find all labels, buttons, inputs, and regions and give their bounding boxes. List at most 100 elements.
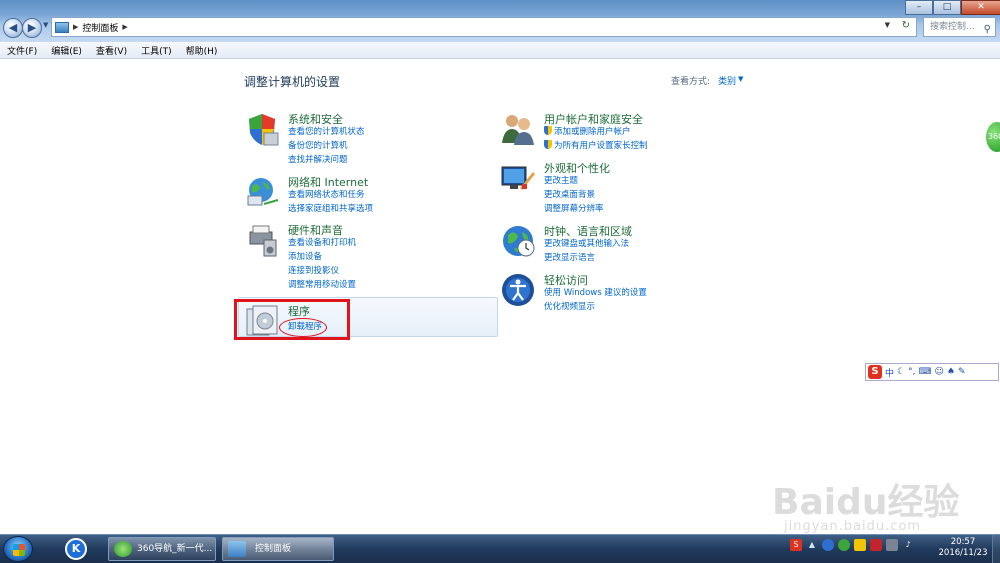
control-panel-icon (228, 541, 246, 557)
page-title: 调整计算机的设置 (244, 75, 341, 89)
category-appearance: 外观和个性化 更改主题 更改桌面背景 调整屏幕分辨率 (500, 160, 720, 218)
forward-button[interactable]: ▶ (22, 18, 42, 38)
menu-view[interactable]: 查看(V) (89, 44, 134, 57)
link-mobility-settings[interactable]: 调整常用移动设置 (288, 278, 356, 290)
keyboard-icon[interactable]: ⌨ (918, 367, 931, 377)
user-icon[interactable]: ☺ (934, 367, 943, 377)
link-add-device[interactable]: 添加设备 (288, 250, 322, 262)
system-tray: S ▲ ♪ (790, 539, 914, 551)
uac-shield-icon (544, 126, 552, 135)
search-input[interactable]: 搜索控制... ⚲ (923, 17, 996, 37)
monitor-tray-icon[interactable] (886, 539, 898, 551)
chevron-down-icon[interactable]: ▼ (738, 75, 743, 83)
close-button[interactable]: ✕ (961, 0, 1000, 15)
security-tray-icon[interactable] (838, 539, 850, 551)
clock-time: 20:57 (950, 537, 976, 547)
link-backup[interactable]: 备份您的计算机 (288, 139, 348, 151)
category-user-accounts: 用户帐户和家庭安全 添加或删除用户帐户 为所有用户设置家长控制 (500, 111, 740, 156)
sogou-logo-icon[interactable]: S (868, 365, 882, 379)
address-bar[interactable]: ▶ 控制面板 ▶ ▼ ↻ (51, 17, 917, 37)
category-system-security: 系统和安全 查看您的计算机状态 备份您的计算机 查找并解决问题 (244, 111, 464, 171)
taskbar-label: 360导航_新一代... (137, 544, 213, 554)
shield-tray-icon[interactable] (854, 539, 866, 551)
kugou-app-icon[interactable]: K (65, 538, 87, 560)
moon-icon[interactable]: ☾ (897, 367, 905, 377)
chevron-right-icon[interactable]: ▶ (122, 23, 127, 31)
recent-pages-dropdown[interactable]: ▼ (43, 21, 48, 29)
browser-360-icon (114, 541, 132, 557)
maximize-button[interactable]: □ (933, 0, 961, 15)
control-panel-icon (55, 21, 69, 33)
sogou-tray-icon[interactable]: S (790, 539, 802, 551)
search-icon[interactable]: ⚲ (984, 21, 991, 39)
clock-date: 2016/11/23 (938, 548, 988, 558)
arrow-right-icon: ▶ (27, 21, 37, 34)
back-button[interactable]: ◀ (3, 18, 23, 38)
link-text[interactable]: 添加或删除用户帐户 (554, 127, 631, 137)
link-windows-recommended[interactable]: 使用 Windows 建议的设置 (544, 286, 647, 298)
ease-of-access-icon (502, 274, 534, 306)
menubar: 文件(F) 编辑(E) 查看(V) 工具(T) 帮助(H) (0, 42, 1000, 59)
view-by-label: 查看方式: (671, 77, 711, 87)
link-screen-resolution[interactable]: 调整屏幕分辨率 (544, 202, 604, 214)
chevron-down-icon: ▼ (43, 21, 49, 29)
menu-file[interactable]: 文件(F) (0, 44, 44, 57)
window-controls: – □ ✕ (905, 0, 1000, 15)
skin-icon[interactable]: ♠ (947, 367, 955, 377)
link-optimize-display[interactable]: 优化视频显示 (544, 300, 595, 312)
link-parental-controls[interactable]: 为所有用户设置家长控制 (544, 139, 648, 151)
category-network-internet: 网络和 Internet 查看网络状态和任务 选择家庭组和共享选项 (244, 174, 464, 219)
uac-shield-icon (544, 140, 552, 149)
baidu-watermark: Baidu经验 jingyan.baidu.com (760, 449, 990, 544)
link-network-status[interactable]: 查看网络状态和任务 (288, 188, 365, 200)
taskbar-clock[interactable]: 20:57 2016/11/23 (938, 537, 988, 559)
link-change-theme[interactable]: 更改主题 (544, 174, 578, 186)
address-dropdown-icon[interactable]: ▼ (885, 21, 890, 29)
floating-360-badge[interactable]: 360 (986, 122, 1000, 152)
control-panel-content: 调整计算机的设置 查看方式: 类别 ▼ 系统和安全 查看您的计算机状态 备份您的… (0, 59, 1000, 534)
minimize-button[interactable]: – (905, 0, 933, 15)
taskbar: K 360导航_新一代... 控制面板 S ▲ ♪ 20:57 2016/11/… (0, 534, 1000, 563)
users-icon (502, 115, 534, 145)
ime-mode-toggle[interactable]: 中 (885, 366, 894, 379)
link-add-remove-user[interactable]: 添加或删除用户帐户 (544, 125, 631, 137)
menu-edit[interactable]: 编辑(E) (44, 44, 89, 57)
chevron-right-icon[interactable]: ▶ (73, 23, 78, 31)
link-connect-projector[interactable]: 连接到投影仪 (288, 264, 339, 276)
network-globe-icon (247, 178, 279, 206)
link-view-status[interactable]: 查看您的计算机状态 (288, 125, 365, 137)
taskbar-control-panel[interactable]: 控制面板 (222, 537, 334, 561)
window-titlebar: – □ ✕ ◀ ▶ ▼ ▶ 控制面板 ▶ ▼ ↻ 搜索控制... ⚲ (0, 0, 1000, 42)
breadcrumb-control-panel[interactable]: 控制面板 (82, 21, 118, 34)
taskbar-360-browser[interactable]: 360导航_新一代... (108, 537, 216, 561)
category-ease-of-access: 轻松访问 使用 Windows 建议的设置 优化视频显示 (500, 272, 740, 317)
show-desktop-button[interactable] (992, 535, 1000, 563)
taskbar-label: 控制面板 (255, 544, 292, 554)
start-button[interactable] (3, 536, 33, 562)
ime-toolbar: S 中 ☾ °, ⌨ ☺ ♠ ✎ (865, 363, 999, 381)
refresh-icon[interactable]: ↻ (902, 20, 910, 31)
view-by-dropdown[interactable]: 类别 (718, 74, 736, 87)
windows-logo-icon (13, 544, 25, 556)
link-text[interactable]: 为所有用户设置家长控制 (554, 141, 648, 151)
category-hardware-sound: 硬件和声音 查看设备和打印机 添加设备 连接到投影仪 调整常用移动设置 (244, 222, 464, 292)
flag-tray-icon[interactable] (870, 539, 882, 551)
security-shield-icon (249, 114, 279, 146)
menu-help[interactable]: 帮助(H) (179, 44, 225, 57)
wrench-icon[interactable]: ✎ (958, 367, 966, 377)
annotation-circle (279, 318, 327, 337)
network-tray-icon[interactable] (822, 539, 834, 551)
show-hidden-icons[interactable]: ▲ (806, 539, 818, 551)
link-troubleshoot[interactable]: 查找并解决问题 (288, 153, 348, 165)
link-desktop-background[interactable]: 更改桌面背景 (544, 188, 595, 200)
link-devices-printers[interactable]: 查看设备和打印机 (288, 236, 356, 248)
monitor-paint-icon (501, 166, 535, 190)
search-placeholder: 搜索控制... (930, 22, 975, 32)
punctuation-icon[interactable]: °, (908, 367, 915, 377)
link-change-keyboard[interactable]: 更改键盘或其他输入法 (544, 237, 629, 249)
menu-tools[interactable]: 工具(T) (134, 44, 179, 57)
volume-icon[interactable]: ♪ (902, 539, 914, 551)
watermark-text: Baidu经验 (772, 482, 960, 523)
link-display-language[interactable]: 更改显示语言 (544, 251, 595, 263)
link-homegroup[interactable]: 选择家庭组和共享选项 (288, 202, 373, 214)
